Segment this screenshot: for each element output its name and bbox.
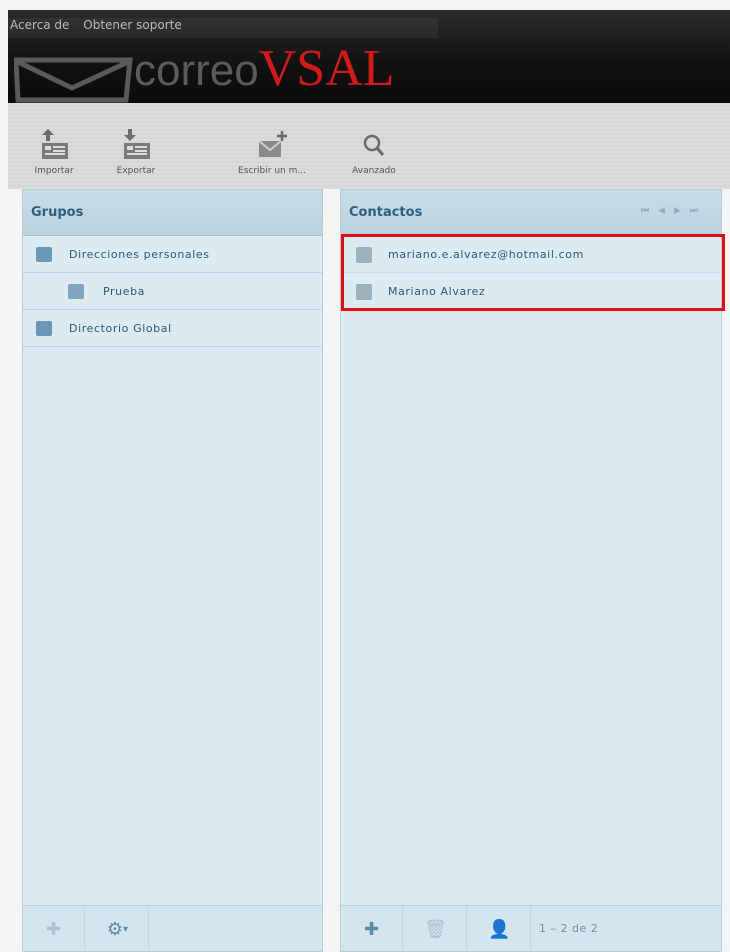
- prev-page-icon[interactable]: ◀: [658, 206, 674, 216]
- support-link[interactable]: Obtener soporte: [83, 18, 181, 32]
- top-links: Acerca de Obtener soporte: [8, 18, 438, 38]
- advanced-label: Avanzado: [352, 166, 396, 176]
- search-icon: [363, 134, 385, 156]
- contacts-footer: ✚ 🗑 👤 1 – 2 de 2: [341, 905, 721, 952]
- logo-part-correo: correo: [134, 46, 259, 95]
- compose-button[interactable]: Escribir un m...: [234, 127, 310, 176]
- last-page-icon[interactable]: ⏭: [690, 206, 707, 216]
- group-item-prueba[interactable]: Prueba: [23, 273, 322, 310]
- group-label: Direcciones personales: [69, 248, 210, 261]
- next-page-icon[interactable]: ▶: [674, 206, 690, 216]
- groups-header: Grupos: [23, 190, 322, 236]
- compose-label: Escribir un m...: [238, 166, 306, 176]
- contact-icon: [356, 284, 372, 300]
- group-label: Prueba: [103, 285, 146, 298]
- import-button[interactable]: Importar: [34, 127, 74, 176]
- add-contact-button[interactable]: ✚: [341, 906, 403, 952]
- new-mail-icon: [258, 131, 287, 157]
- contacts-title: Contactos: [349, 205, 423, 220]
- envelope-logo-icon: [14, 57, 133, 103]
- pager: ⏮◀▶⏭: [641, 206, 707, 216]
- address-book-icon: [36, 321, 52, 336]
- user-remove-icon: 👤: [488, 918, 511, 940]
- groups-panel: Grupos Direcciones personales Prueba Dir…: [22, 189, 323, 952]
- about-link[interactable]: Acerca de: [10, 18, 69, 32]
- remove-from-group-button[interactable]: 👤: [469, 906, 531, 952]
- contacts-panel: Contactos ⏮◀▶⏭ mariano.e.alvarez@hotmail…: [340, 189, 722, 952]
- import-icon: [42, 129, 68, 159]
- logo-part-vsal: VSAL: [258, 40, 395, 97]
- group-icon: [68, 284, 84, 299]
- export-icon: [124, 129, 150, 159]
- contact-label: mariano.e.alvarez@hotmail.com: [388, 248, 584, 261]
- contact-label: Mariano Alvarez: [388, 285, 486, 298]
- groups-footer: ✚ ⚙ ▾: [23, 905, 322, 952]
- gear-icon: ⚙: [106, 918, 124, 940]
- logo-text: correoVSAL: [134, 43, 395, 96]
- contact-icon: [356, 247, 372, 263]
- address-book-icon: [36, 247, 52, 262]
- toolbar: Importar Exportar Escribir un m... Avanz…: [8, 103, 730, 189]
- group-settings-button[interactable]: ⚙ ▾: [87, 906, 149, 952]
- group-label: Directorio Global: [69, 322, 172, 335]
- chevron-down-icon: ▾: [123, 923, 129, 935]
- group-item-personal[interactable]: Direcciones personales: [23, 236, 322, 273]
- trash-icon: 🗑: [424, 918, 447, 940]
- contact-row[interactable]: mariano.e.alvarez@hotmail.com: [341, 236, 721, 273]
- advanced-search-button[interactable]: Avanzado: [352, 127, 396, 176]
- add-group-button[interactable]: ✚: [23, 906, 85, 952]
- export-button[interactable]: Exportar: [116, 127, 156, 176]
- plus-icon: ✚: [45, 918, 62, 940]
- first-page-icon[interactable]: ⏮: [641, 206, 658, 216]
- export-label: Exportar: [116, 166, 156, 176]
- import-label: Importar: [34, 166, 74, 176]
- app-header: Acerca de Obtener soporte correoVSAL: [8, 10, 730, 103]
- contact-row[interactable]: Mariano Alvarez: [341, 273, 721, 310]
- contacts-header: Contactos ⏮◀▶⏭: [341, 190, 721, 236]
- delete-contact-button[interactable]: 🗑: [405, 906, 467, 952]
- plus-icon: ✚: [363, 918, 380, 940]
- record-count: 1 – 2 de 2: [539, 922, 599, 935]
- group-item-global[interactable]: Directorio Global: [23, 310, 322, 347]
